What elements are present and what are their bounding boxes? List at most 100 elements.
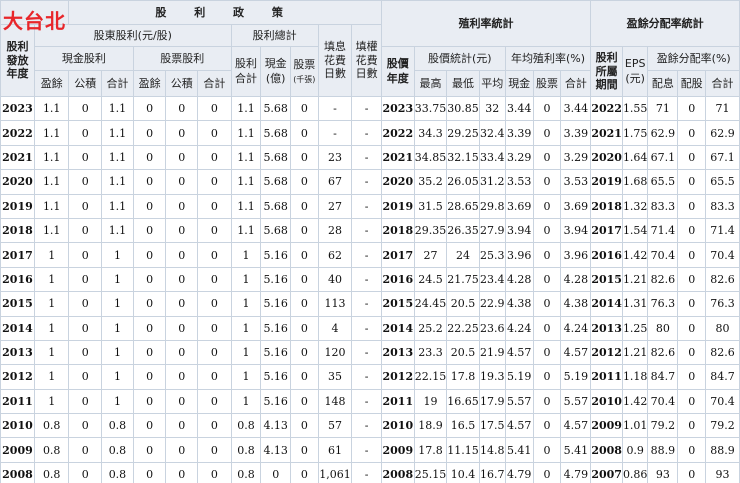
table-cell: 0 — [132, 95, 167, 122]
table-cell: 29.8 — [478, 193, 506, 219]
table-cell: 16.5 — [446, 413, 480, 439]
table-cell: 0 — [197, 193, 232, 219]
table-cell: 2013 — [590, 315, 623, 341]
table-cell: 0 — [290, 193, 319, 219]
table-cell: 5.16 — [260, 291, 292, 317]
price-stats-header: 股價統計(元) — [413, 46, 506, 71]
table-cell: 2011 — [590, 364, 623, 390]
table-cell: 0 — [532, 144, 562, 171]
table-cell: 70.4 — [647, 242, 679, 268]
table-cell: 4.57 — [560, 413, 592, 439]
table-cell: - — [351, 242, 382, 268]
table-cell: 0.8 — [101, 413, 134, 439]
table-cell: 71 — [705, 95, 740, 122]
fill-days-interest-header: 填息花費日數 — [317, 24, 353, 97]
table-cell: - — [351, 95, 382, 122]
table-cell: 4.28 — [560, 266, 592, 293]
table-cell: 1.1 — [230, 120, 262, 146]
table-cell: 2012 — [380, 364, 415, 390]
table-cell: 3.94 — [560, 217, 592, 244]
table-cell: - — [351, 169, 382, 195]
table-cell: 4.24 — [560, 315, 592, 341]
table-cell: 76.3 — [647, 291, 679, 317]
table-cell: 1 — [230, 242, 262, 268]
table-cell: 1.21 — [621, 339, 649, 366]
table-body: 2023 1.1 0 1.1 0 0 0 1.1 5.68 0- -2023 33.75 30.85 32… — [0, 95, 740, 483]
table-cell: 29.25 — [446, 120, 480, 146]
table-cell: 0 — [68, 339, 103, 366]
table-cell: 0.8 — [230, 437, 262, 463]
table-cell: 2017 — [380, 242, 415, 268]
table-cell: 17.8 — [413, 437, 448, 463]
table-cell: 31.2 — [478, 169, 506, 195]
table-cell: 0 — [290, 413, 319, 439]
table-cell: 1 — [101, 364, 134, 390]
table-cell: 0 — [68, 315, 103, 341]
table-cell: 2020 — [0, 169, 35, 195]
stock-label: 股票 — [293, 58, 316, 72]
table-cell: 0 — [165, 315, 199, 341]
table-cell: 21.75 — [446, 266, 480, 293]
table-cell: 1.1 — [230, 217, 262, 244]
table-cell: 0 — [132, 144, 167, 171]
table-cell: 0 — [677, 364, 707, 390]
table-cell: 0 — [197, 217, 232, 244]
table-cell: 0.8 — [33, 461, 70, 483]
table-cell: 1.25 — [621, 315, 649, 341]
table-cell: 0 — [197, 291, 232, 317]
table-cell: 28 — [317, 217, 353, 244]
table-cell: 0 — [677, 266, 707, 293]
table-cell: 5.41 — [560, 437, 592, 463]
table-cell: 0 — [197, 95, 232, 122]
table-cell: 1 — [230, 339, 262, 366]
table-cell: 1.1 — [101, 193, 134, 219]
table-row: 2017 1 0 1 0 0 0 1 5.16 0 62-2017 27 24 25.3 3.96 0 3.96… — [0, 242, 740, 268]
table-cell: 70.4 — [647, 388, 679, 415]
table-cell: - — [351, 339, 382, 366]
table-cell: 2009 — [380, 437, 415, 463]
table-cell: 1.64 — [621, 144, 649, 171]
stock-reserve-header: 公積 — [165, 70, 199, 97]
table-cell: 3.96 — [560, 242, 592, 268]
pay-total-header: 合計 — [705, 70, 740, 97]
eps-label: EPS — [624, 57, 646, 71]
table-cell: 1.1 — [33, 144, 70, 171]
table-cell: 26.35 — [446, 217, 480, 244]
table-cell: 0 — [132, 315, 167, 341]
table-cell: - — [351, 291, 382, 317]
stock-sum-header: 合計 — [197, 70, 232, 97]
table-cell: 82.6 — [705, 339, 740, 366]
table-cell: 20.5 — [446, 339, 480, 366]
table-cell: 0 — [290, 217, 319, 244]
table-cell: - — [351, 364, 382, 390]
table-cell: 3.94 — [504, 217, 534, 244]
table-cell: 0.8 — [230, 413, 262, 439]
table-cell: 0.8 — [101, 461, 134, 483]
table-cell: 71.4 — [647, 217, 679, 244]
table-cell: 0 — [677, 437, 707, 463]
cash-dividend-header: 現金股利 — [33, 46, 134, 71]
table-cell: 0 — [165, 217, 199, 244]
table-cell: 80 — [647, 315, 679, 341]
pay-stock-header: 配股 — [677, 70, 707, 97]
table-cell: - — [317, 120, 353, 146]
table-cell: 1 — [33, 291, 70, 317]
table-cell: 1.21 — [621, 266, 649, 293]
table-cell: 1 — [101, 242, 134, 268]
table-cell: 0 — [68, 364, 103, 390]
table-cell: 67.1 — [647, 144, 679, 171]
table-cell: 5.68 — [260, 217, 292, 244]
table-cell: 16.7 — [478, 461, 506, 483]
table-row: 2009 0.8 0 0.8 0 0 0 0.8 4.13 0 61-2009 17.8 11.15 14… — [0, 437, 740, 463]
table-cell: 14.8 — [478, 437, 506, 463]
table-cell: 3.53 — [504, 169, 534, 195]
table-cell: 0 — [197, 437, 232, 463]
table-cell: 2021 — [380, 144, 415, 171]
table-cell: 0 — [68, 169, 103, 195]
table-cell: 0 — [290, 95, 319, 122]
dividend-period-header: 股利所屬期間 — [590, 46, 623, 97]
table-cell: 5.68 — [260, 95, 292, 122]
table-cell: 0 — [165, 120, 199, 146]
table-cell: 0 — [532, 437, 562, 463]
table-cell: 0 — [197, 266, 232, 293]
